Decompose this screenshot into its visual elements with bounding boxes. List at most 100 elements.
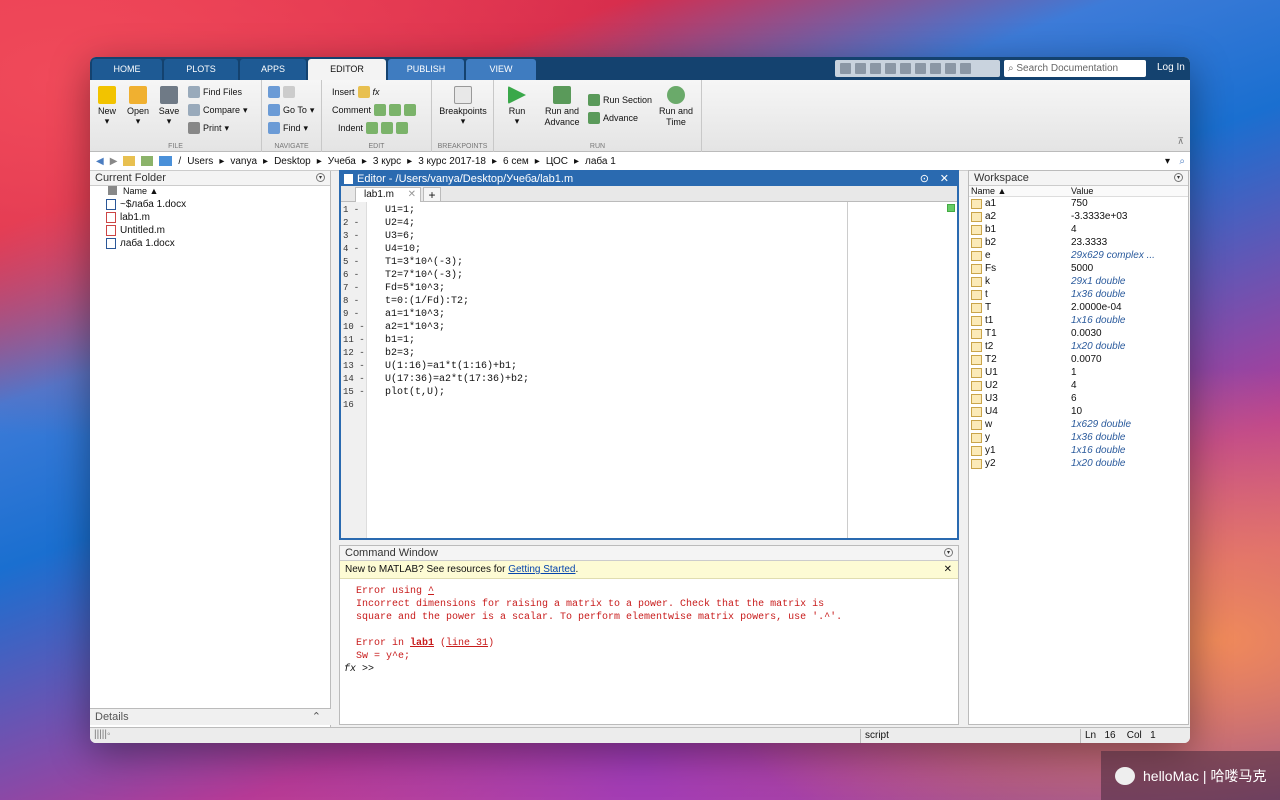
breakpoints-button[interactable]: Breakpoints ▾ <box>436 86 490 127</box>
workspace-variable-row[interactable]: U3 6 <box>969 392 1188 405</box>
switch-windows-icon[interactable] <box>930 63 941 74</box>
workspace-variable-row[interactable]: U2 4 <box>969 379 1188 392</box>
comment-button[interactable]: Comment <box>332 104 417 116</box>
back-icon[interactable]: ◀ <box>96 156 104 167</box>
tab-home[interactable]: HOME <box>92 59 162 80</box>
panel-menu-icon[interactable]: ▾ <box>1174 173 1183 182</box>
cut-icon[interactable] <box>855 63 866 74</box>
code-area[interactable]: 1 - U1=1; 2 - U2=4; 3 - U3=6; 4 - U4=10;… <box>343 204 957 538</box>
workspace-variable-row[interactable]: y 1x36 double <box>969 431 1188 444</box>
breadcrumb-item[interactable]: ЦОС <box>546 156 568 167</box>
redo-icon[interactable] <box>915 63 926 74</box>
breadcrumb-item[interactable]: 6 сем <box>503 156 529 167</box>
getting-started-link[interactable]: Getting Started <box>508 564 575 575</box>
workspace-variable-row[interactable]: T1 0.0030 <box>969 327 1188 340</box>
search-documentation-input[interactable]: ⌕ Search Documentation <box>1004 60 1146 77</box>
tab-publish[interactable]: PUBLISH <box>388 59 464 80</box>
undo-icon[interactable] <box>900 63 911 74</box>
panel-menu-icon[interactable]: ▾ <box>944 548 953 557</box>
advance-button[interactable]: Advance <box>588 112 638 124</box>
panel-menu-icon[interactable]: ▾ <box>316 173 325 182</box>
name-column-header[interactable]: Name ▲ <box>123 186 158 198</box>
error-line-link[interactable]: line 31 <box>446 638 488 649</box>
run-button[interactable]: Run ▾ <box>504 86 530 127</box>
paste-icon[interactable] <box>885 63 896 74</box>
current-folder-address-bar[interactable]: ◀ ▶ / Users ▸ vanya ▸ Desktop ▸ Учеба ▸ 3 ку… <box>90 152 1190 171</box>
workspace-variable-row[interactable]: t1 1x16 double <box>969 314 1188 327</box>
folder-column-header[interactable]: Name ▲ <box>90 186 330 198</box>
find-files-button[interactable]: Find Files <box>188 86 242 98</box>
print-button[interactable]: Print ▾ <box>188 122 229 134</box>
code-line[interactable]: 5 - T1=3*10^(-3); <box>343 256 957 269</box>
insert-button[interactable]: Insert fx <box>332 86 380 98</box>
code-line[interactable]: 16 <box>343 399 957 412</box>
close-editor-icon[interactable]: ✕ <box>940 172 949 186</box>
address-dropdown-icon[interactable]: ▾ <box>1165 156 1170 167</box>
file-item[interactable]: лаба 1.docx <box>90 237 330 250</box>
file-item[interactable]: ~$лаба 1.docx <box>90 198 330 211</box>
workspace-variable-row[interactable]: w 1x629 double <box>969 418 1188 431</box>
code-line[interactable]: 13 - U(1:16)=a1*t(1:16)+b1; <box>343 360 957 373</box>
forward-icon[interactable]: ▶ <box>110 156 118 167</box>
code-line[interactable]: 4 - U4=10; <box>343 243 957 256</box>
fx-icon[interactable]: fx <box>373 87 380 97</box>
login-link[interactable]: Log In <box>1157 62 1185 73</box>
copy-icon[interactable] <box>870 63 881 74</box>
editor-tab-lab1[interactable]: lab1.m ✕ <box>355 187 421 202</box>
run-and-time-button[interactable]: Run and Time <box>656 86 696 128</box>
workspace-variable-row[interactable]: T 2.0000e-04 <box>969 301 1188 314</box>
workspace-variable-row[interactable]: y2 1x20 double <box>969 457 1188 470</box>
breadcrumb-item[interactable]: лаба 1 <box>585 156 616 167</box>
open-button[interactable]: Open ▾ <box>124 86 152 127</box>
code-line[interactable]: 6 - T2=7*10^(-3); <box>343 269 957 282</box>
tab-view[interactable]: VIEW <box>466 59 536 80</box>
value-column-header[interactable]: Value <box>1071 186 1093 196</box>
code-line[interactable]: 7 - Fd=5*10^3; <box>343 282 957 295</box>
up-folder-icon[interactable] <box>123 156 136 166</box>
workspace-variable-row[interactable]: b2 23.3333 <box>969 236 1188 249</box>
editor-menu-icon[interactable]: ⊙ <box>920 172 929 186</box>
workspace-variable-row[interactable]: b1 4 <box>969 223 1188 236</box>
code-line[interactable]: 14 - U(17:36)=a2*t(17:36)+b2; <box>343 373 957 386</box>
workspace-variable-row[interactable]: e 29x629 complex ... <box>969 249 1188 262</box>
indent-button[interactable]: Indent <box>338 122 409 134</box>
file-item[interactable]: lab1.m <box>90 211 330 224</box>
goto-button[interactable]: Go To ▾ <box>268 104 314 116</box>
name-column-header[interactable]: Name ▲ <box>969 186 1071 196</box>
file-item[interactable]: Untitled.m <box>90 224 330 237</box>
tab-editor[interactable]: EDITOR <box>308 59 386 80</box>
code-line[interactable]: 15 - plot(t,U); <box>343 386 957 399</box>
new-tab-button[interactable]: + <box>423 187 441 202</box>
code-line[interactable]: 11 - b1=1; <box>343 334 957 347</box>
close-banner-icon[interactable]: ✕ <box>944 561 952 579</box>
breadcrumb-item[interactable]: Desktop <box>274 156 311 167</box>
fx-icon[interactable]: fx <box>344 664 356 675</box>
search-folder-icon[interactable]: ⌕ <box>1179 156 1185 167</box>
dropdown-icon[interactable] <box>960 63 971 74</box>
tab-plots[interactable]: PLOTS <box>164 59 238 80</box>
workspace-variable-row[interactable]: y1 1x16 double <box>969 444 1188 457</box>
breadcrumb-item[interactable]: vanya <box>230 156 257 167</box>
breadcrumb-item[interactable]: 3 курс <box>373 156 401 167</box>
workspace-variable-row[interactable]: U4 10 <box>969 405 1188 418</box>
help-icon[interactable] <box>945 63 956 74</box>
code-line[interactable]: 1 - U1=1; <box>343 204 957 217</box>
workspace-variable-row[interactable]: a2 -3.3333e+03 <box>969 210 1188 223</box>
breadcrumb-item[interactable]: Учеба <box>328 156 356 167</box>
find-button[interactable]: Find ▾ <box>268 122 308 134</box>
workspace-variable-row[interactable]: k 29x1 double <box>969 275 1188 288</box>
run-and-advance-button[interactable]: Run and Advance <box>540 86 584 128</box>
chevron-up-icon[interactable]: ⌃ <box>312 709 321 726</box>
error-file-link[interactable]: lab1 <box>410 638 434 649</box>
command-prompt[interactable]: fx >> <box>344 664 374 675</box>
details-panel[interactable]: Details ⌃ <box>90 708 331 725</box>
browse-folder-icon[interactable] <box>141 156 154 166</box>
code-line[interactable]: 10 - a2=1*10^3; <box>343 321 957 334</box>
save-button[interactable]: Save ▾ <box>156 86 182 127</box>
tab-apps[interactable]: APPS <box>240 59 306 80</box>
workspace-variable-row[interactable]: Fs 5000 <box>969 262 1188 275</box>
workspace-variable-row[interactable]: U1 1 <box>969 366 1188 379</box>
close-tab-icon[interactable]: ✕ <box>408 188 416 202</box>
workspace-variable-row[interactable]: t 1x36 double <box>969 288 1188 301</box>
new-button[interactable]: New ▾ <box>94 86 120 127</box>
